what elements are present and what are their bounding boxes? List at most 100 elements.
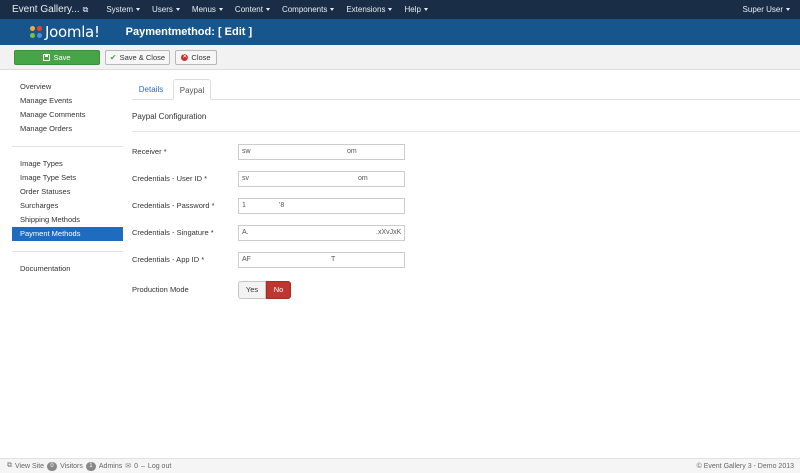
tab-bar: Details Paypal [132,79,800,100]
receiver-input[interactable]: sw om [238,144,405,160]
menu-menus[interactable]: Menus [186,5,229,14]
input-value-start: sw [242,148,251,155]
sidebar-divider [12,146,123,147]
menu-label: Help [404,5,421,14]
caret-down-icon [423,8,428,11]
site-brand-label: Event Gallery... [12,4,80,15]
input-value-end: T [331,256,336,263]
sidebar-item-overview[interactable]: Overview [12,80,123,94]
page-title: Paymentmethod: [ Edit ] [125,26,253,38]
check-icon: ✔ [109,53,117,62]
sidebar-item-image-types[interactable]: Image Types [12,157,123,171]
top-navbar: Event Gallery... ⧉ System Users Menus Co… [0,0,800,19]
user-menu[interactable]: Super User [743,5,800,14]
save-and-close-button[interactable]: ✔ Save & Close [105,50,170,65]
caret-down-icon [330,8,335,11]
page-header: Joomla! Paymentmethod: [ Edit ] [0,19,800,45]
menu-help[interactable]: Help [398,5,433,14]
input-value-start: A. [242,229,249,236]
form-row-user-id: Credentials - User ID * sv om [132,171,432,187]
signature-label: Credentials - Singature * [132,228,214,237]
user-id-label: Credentials - User ID * [132,174,208,183]
admins-label: Admins [98,462,123,470]
external-link-icon: ⧉ [7,462,12,469]
toolbar: Save ✔ Save & Close ✕ Close [0,45,800,70]
caret-down-icon [786,8,790,11]
external-link-icon: ⧉ [82,4,89,14]
sidebar-item-order-statuses[interactable]: Order Statuses [12,185,123,199]
input-value-end: '8 [279,202,285,209]
save-close-button-label: Save & Close [119,53,166,62]
admins-count-badge: 1 [85,461,96,471]
menu-label: Content [234,5,263,14]
input-value-start: 1 [242,202,246,209]
production-mode-yes-button[interactable]: Yes [238,281,266,299]
status-bar: ⧉ View Site 0 Visitors 1 Admins ✉ 0 – Lo… [0,458,800,473]
production-mode-toggle: Yes No [238,281,291,299]
close-button-label: Close [191,53,211,62]
sidebar-item-payment-methods[interactable]: Payment Methods [12,227,123,241]
visitors-label: Visitors [60,462,83,470]
sidebar-item-manage-comments[interactable]: Manage Comments [12,108,123,122]
menu-label: Users [152,5,173,14]
sidebar-item-manage-events[interactable]: Manage Events [12,94,123,108]
user-id-input[interactable]: sv om [238,171,405,187]
save-button[interactable]: Save [14,50,100,65]
password-input[interactable]: 1 '8 [238,198,405,214]
close-icon: ✕ [181,54,189,61]
caret-down-icon [388,8,393,11]
sidebar-item-documentation[interactable]: Documentation [12,262,123,276]
sidebar-item-shipping-methods[interactable]: Shipping Methods [12,213,123,227]
joomla-logo-text: Joomla! [45,23,100,41]
status-left: ⧉ View Site 0 Visitors 1 Admins ✉ 0 – Lo… [0,461,171,471]
input-value-end: .xXvJxK [376,229,402,236]
menu-components[interactable]: Components [276,5,340,14]
form-row-app-id: Credentials - App ID * AF T [132,252,432,268]
input-value-end: om [358,175,368,182]
messages-count: 0 [134,462,139,470]
section-title: Paypal Configuration [132,112,207,121]
password-label: Credentials - Password * [132,201,215,210]
view-site-link[interactable]: View Site [15,463,44,470]
menu-label: Components [281,5,328,14]
form-row-receiver: Receiver * sw om [132,144,432,160]
signature-input[interactable]: A. .xXvJxK [238,225,405,241]
sidebar-item-surcharges[interactable]: Surcharges [12,199,123,213]
envelope-icon: ✉ [125,463,132,470]
input-value-start: AF [242,256,251,263]
production-mode-label: Production Mode [132,285,189,294]
menu-content[interactable]: Content [229,5,276,14]
menu-label: System [106,5,134,14]
separator-dash: – [141,462,145,470]
caret-down-icon [175,8,180,11]
menu-extensions[interactable]: Extensions [340,5,398,14]
caret-down-icon [265,8,270,11]
input-value-start: sv [242,175,249,182]
main-menu: System Users Menus Content Components Ex… [100,5,434,14]
sidebar-item-image-type-sets[interactable]: Image Type Sets [12,171,123,185]
close-button[interactable]: ✕ Close [175,50,217,65]
sidebar: Overview Manage Events Manage Comments M… [12,80,123,276]
production-mode-no-button[interactable]: No [266,281,291,299]
tab-details[interactable]: Details [132,79,170,100]
sidebar-item-manage-orders[interactable]: Manage Orders [12,122,123,136]
menu-users[interactable]: Users [146,5,186,14]
sidebar-divider [12,251,123,252]
copyright-text: © Event Gallery 3 - Demo 2013 [696,462,794,470]
logout-link[interactable]: Log out [148,463,171,470]
joomla-logo: Joomla! [30,23,100,41]
user-name: Super User [742,5,783,14]
tab-paypal[interactable]: Paypal [173,79,211,100]
menu-system[interactable]: System [100,5,146,14]
app-id-input[interactable]: AF T [238,252,405,268]
form-row-password: Credentials - Password * 1 '8 [132,198,432,214]
joomla-logo-icon [30,26,42,38]
visitors-count-badge: 0 [47,461,58,471]
menu-label: Menus [191,5,216,14]
section-divider [132,131,800,132]
receiver-label: Receiver * [132,147,167,156]
save-icon [43,54,51,61]
save-button-label: Save [53,53,71,62]
site-brand-link[interactable]: Event Gallery... ⧉ [0,4,88,15]
caret-down-icon [136,8,141,11]
